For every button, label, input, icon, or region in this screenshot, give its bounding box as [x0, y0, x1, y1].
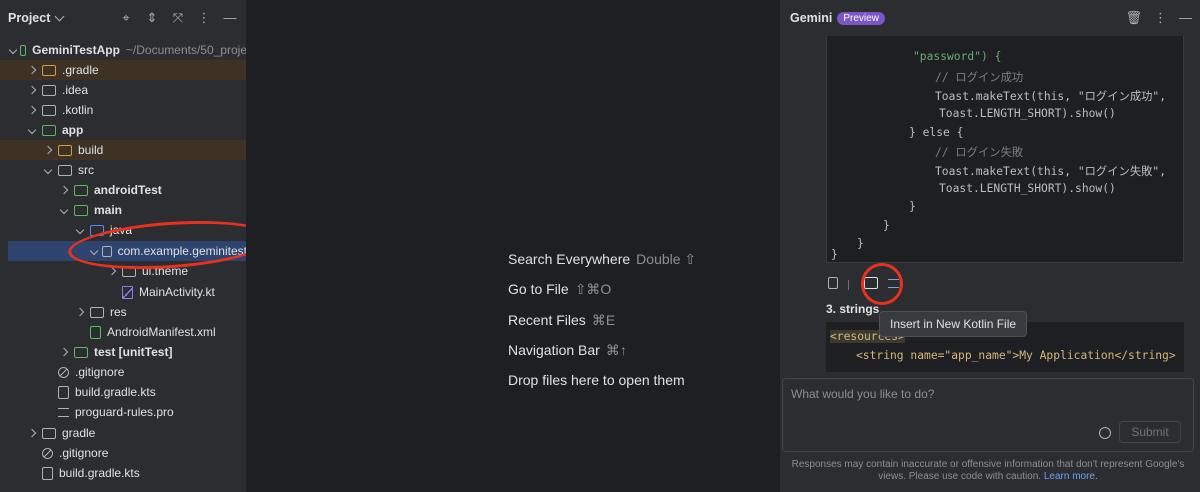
minimize-icon[interactable]: — — [1179, 10, 1192, 26]
tree-item[interactable]: build.gradle.kts — [0, 382, 246, 402]
code-line: } — [857, 237, 864, 250]
folder-icon — [58, 164, 72, 176]
source-root-folder-icon — [74, 204, 88, 216]
preview-badge: Preview — [837, 11, 885, 25]
chevron-down-icon[interactable] — [8, 45, 18, 56]
hint-drop-files: Drop files here to open them — [508, 372, 685, 388]
excluded-folder-icon — [58, 144, 72, 156]
more-icon[interactable]: ⋮ — [1154, 10, 1167, 26]
expand-icon[interactable]: ⇕ — [144, 10, 160, 26]
tooltip: Insert in New Kotlin File — [879, 311, 1028, 337]
tree-item[interactable]: test [unitTest] — [0, 342, 246, 362]
prompt-input[interactable] — [791, 387, 1091, 401]
minimize-icon[interactable]: — — [222, 10, 238, 26]
tree-item[interactable]: androidTest — [0, 180, 246, 200]
hint-go-to-file: Go to File ⇧⌘O — [508, 281, 612, 297]
chevron-down-icon[interactable] — [74, 225, 86, 236]
project-panel: Project ⌖ ⇕ ⤧ ⋮ — GeminiTestApp ~/Docume… — [0, 0, 247, 492]
chevron-right-icon[interactable] — [26, 428, 38, 439]
chevron-right-icon[interactable] — [26, 65, 38, 76]
chevron-right-icon[interactable] — [26, 85, 38, 96]
tree-item[interactable]: .gradle — [0, 60, 246, 80]
learn-more-link[interactable]: Learn more. — [1044, 471, 1098, 482]
trash-icon[interactable]: 🗑 — [1125, 10, 1142, 26]
folder-icon — [42, 104, 56, 116]
chevron-down-icon[interactable] — [26, 125, 38, 136]
test-folder-icon — [74, 346, 88, 358]
kotlin-file-icon — [122, 285, 133, 299]
tree-item[interactable]: build.gradle.kts — [0, 463, 246, 483]
android-manifest-icon — [90, 325, 101, 339]
project-view-selector[interactable]: Project — [8, 11, 50, 25]
tree-item[interactable]: build — [0, 140, 246, 160]
tree-item[interactable]: main — [0, 200, 246, 220]
code-block: "password") { // ログイン成功 Toast.makeText(t… — [826, 36, 1184, 263]
test-folder-icon — [74, 184, 88, 196]
hint-navigation-bar: Navigation Bar ⌘↑ — [508, 342, 627, 358]
chevron-right-icon[interactable] — [42, 145, 54, 156]
module-folder-icon — [42, 124, 56, 136]
tree-item[interactable]: gradle — [0, 423, 246, 443]
code-line: // ログイン成功 — [935, 71, 1024, 84]
gitignore-icon — [58, 366, 69, 378]
section-heading: 3. strings — [826, 302, 880, 316]
chevron-right-icon[interactable] — [74, 307, 86, 318]
code-line: <string name="app_name">My Application</… — [856, 349, 1176, 362]
gitignore-icon — [42, 447, 53, 459]
chevron-down-icon[interactable] — [54, 11, 65, 21]
tree-item[interactable]: MainActivity.kt — [0, 282, 246, 302]
chevron-down-icon[interactable] — [58, 205, 70, 216]
more-icon[interactable]: ⋮ — [196, 10, 212, 26]
module-folder-icon — [20, 44, 27, 56]
tree-item[interactable]: .idea — [0, 80, 246, 100]
tree-item[interactable]: .kotlin — [0, 100, 246, 120]
editor-empty-area[interactable]: Search Everywhere Double ⇧ Go to File ⇧⌘O … — [248, 0, 779, 492]
crosshair-icon[interactable]: ⌖ — [118, 10, 134, 26]
hint-recent-files: Recent Files ⌘E — [508, 312, 616, 328]
tree-item[interactable]: src — [0, 160, 246, 180]
disclaimer: Responses may contain inaccurate or offe… — [791, 459, 1185, 482]
hint-search-everywhere: Search Everywhere Double ⇧ — [508, 251, 697, 267]
tree-item[interactable]: res — [0, 302, 246, 322]
submit-button[interactable]: Submit — [1119, 421, 1181, 443]
tree-item[interactable]: app — [0, 120, 246, 140]
tree-item[interactable]: proguard-rules.pro — [0, 402, 246, 422]
history-icon[interactable] — [1099, 427, 1111, 439]
code-line: Toast.makeText(this, "ログイン成功", — [935, 90, 1167, 103]
tree-item[interactable]: .gitignore — [0, 362, 246, 382]
collapse-icon[interactable]: ⤧ — [170, 10, 186, 26]
annotation-ring — [861, 263, 903, 305]
gradle-file-icon — [42, 466, 53, 480]
gemini-title: Gemini — [790, 11, 833, 25]
chevron-right-icon[interactable] — [26, 105, 38, 116]
project-panel-header: Project ⌖ ⇕ ⤧ ⋮ — — [0, 0, 246, 36]
chevron-down-icon[interactable] — [42, 165, 54, 176]
code-line: Toast.makeText(this, "ログイン失敗", — [935, 165, 1167, 178]
folder-icon — [42, 64, 56, 76]
insert-at-caret-icon[interactable] — [848, 280, 854, 290]
code-line: } else { — [909, 126, 964, 139]
code-line: } — [909, 200, 916, 213]
gradle-file-icon — [58, 385, 69, 399]
prompt-box: Submit — [782, 378, 1194, 452]
gemini-panel-header: Gemini Preview 🗑 ⋮ — — [780, 0, 1200, 36]
code-line: Toast.LENGTH_SHORT).show() — [939, 107, 1116, 120]
code-line: Toast.LENGTH_SHORT).show() — [939, 182, 1116, 195]
tree-item[interactable]: AndroidManifest.xml — [0, 322, 246, 342]
folder-icon — [42, 427, 56, 439]
code-line: } — [831, 248, 838, 261]
resources-folder-icon — [90, 306, 104, 318]
code-line: } — [883, 219, 890, 232]
tree-item[interactable]: GeminiTestApp ~/Documents/50_proje — [0, 40, 246, 60]
text-file-icon — [58, 407, 69, 417]
code-line: // ログイン失敗 — [935, 146, 1024, 159]
copy-icon[interactable] — [828, 277, 838, 289]
folder-icon — [42, 84, 56, 96]
tree-item[interactable]: .gitignore — [0, 443, 246, 463]
chevron-right-icon[interactable] — [58, 347, 70, 358]
chevron-right-icon[interactable] — [58, 185, 70, 196]
code-line: "password") { — [913, 50, 1002, 63]
